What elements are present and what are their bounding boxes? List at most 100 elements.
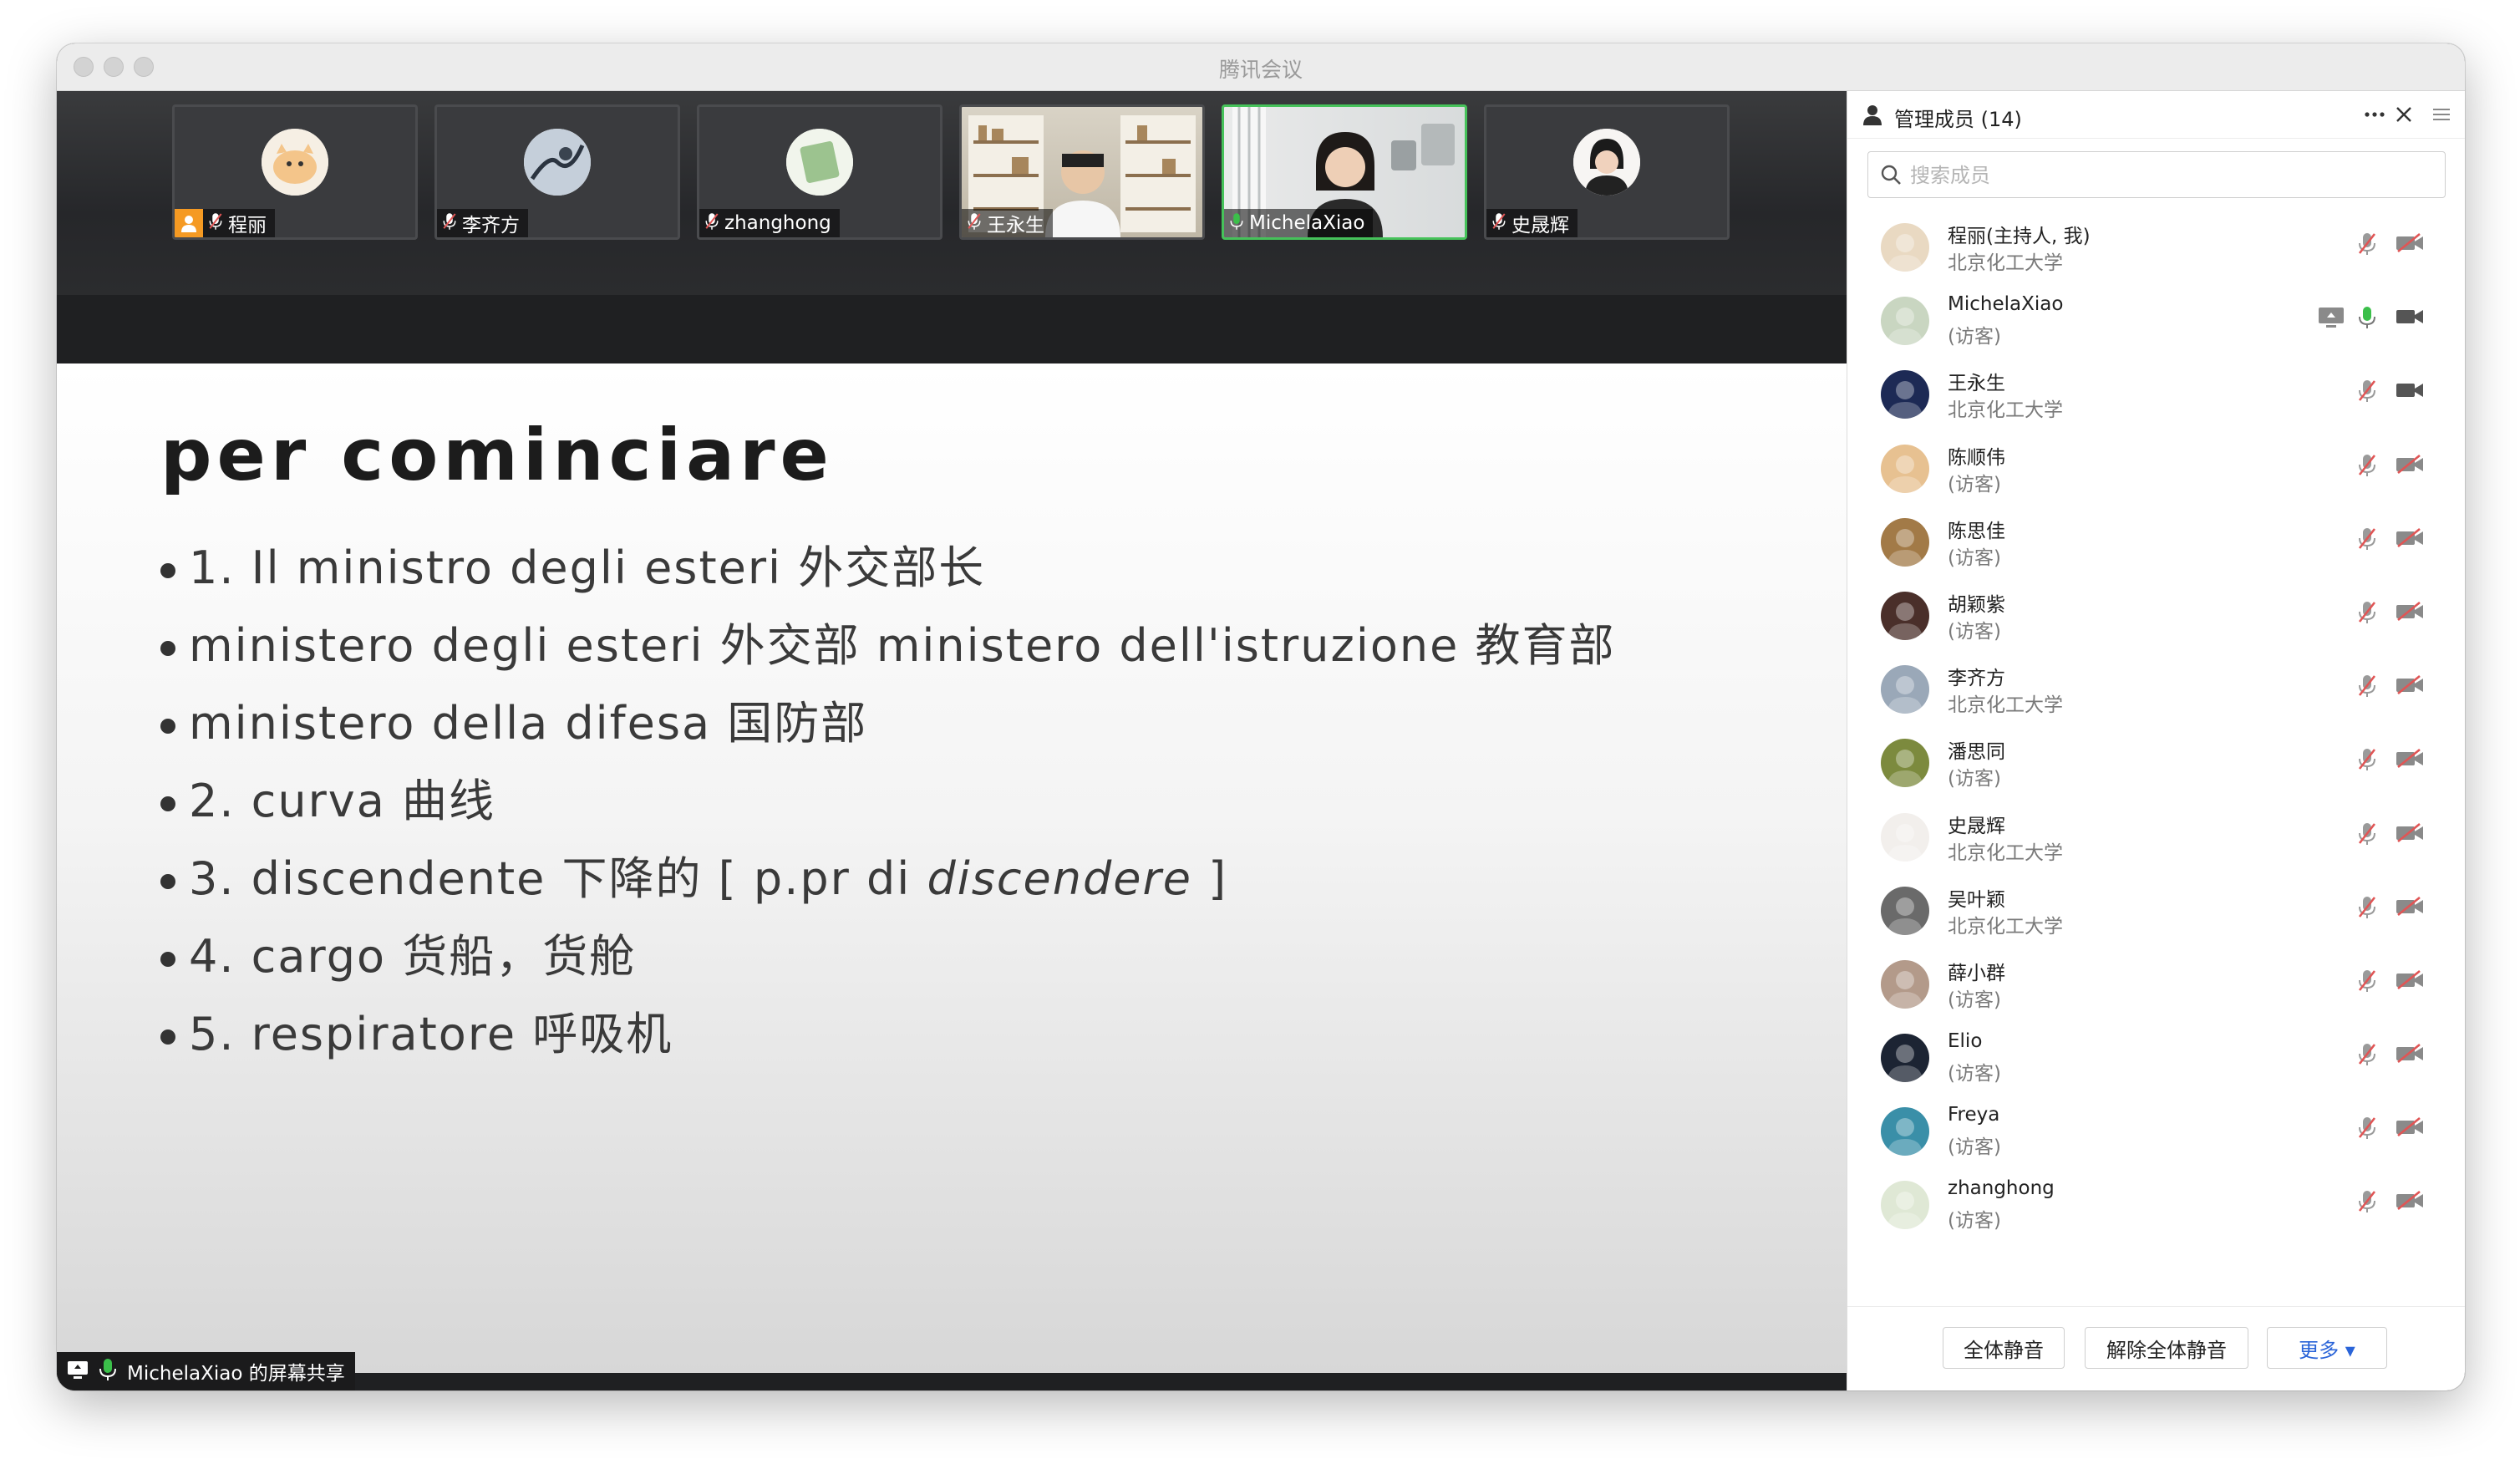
camera-off-icon[interactable] xyxy=(2396,896,2424,920)
mute-all-button[interactable]: 全体静音 xyxy=(1943,1327,2065,1369)
microphone-muted-icon[interactable] xyxy=(2357,1116,2377,1144)
member-avatar xyxy=(1881,812,1929,862)
member-affiliation: 北京化工大学 xyxy=(1948,915,2063,938)
camera-off-icon[interactable] xyxy=(2396,232,2424,257)
member-row[interactable]: zhanghong (访客) xyxy=(1847,1167,2465,1241)
member-row[interactable]: 吴叶颖 北京化工大学 xyxy=(1847,873,2465,947)
member-row[interactable]: Elio (访客) xyxy=(1847,1020,2465,1094)
member-row[interactable]: 胡颖紫 (访客) xyxy=(1847,578,2465,652)
member-affiliation: (访客) xyxy=(1948,1063,2001,1085)
microphone-muted-icon[interactable] xyxy=(2357,453,2377,481)
microphone-muted-icon[interactable] xyxy=(2357,747,2377,775)
microphone-muted-icon[interactable] xyxy=(2357,1042,2377,1070)
camera-off-icon[interactable] xyxy=(2396,454,2424,478)
member-avatar xyxy=(1881,886,1929,935)
participant-avatar xyxy=(786,129,853,196)
member-management-panel: 管理成员 (14) 程丽(主持人, 我) 北京化工大学 MichelaXiao (访客… xyxy=(1847,91,2465,1390)
member-row[interactable]: MichelaXiao (访客) xyxy=(1847,283,2465,357)
members-icon xyxy=(1861,103,1884,130)
unmute-all-button[interactable]: 解除全体静音 xyxy=(2085,1327,2248,1369)
member-avatar xyxy=(1881,223,1929,272)
microphone-muted-icon[interactable] xyxy=(2357,968,2377,997)
bullet-text-after: ] xyxy=(1191,852,1228,905)
panel-header: 管理成员 (14) xyxy=(1847,91,2465,139)
microphone-muted-icon[interactable] xyxy=(2357,231,2377,260)
member-affiliation: (访客) xyxy=(1948,1210,2001,1233)
meeting-window: 腾讯会议 程丽 李齐方 zhanghong 王永生 MichelaXiao 史晟辉 per… xyxy=(57,43,2465,1390)
video-thumbnail[interactable]: 李齐方 xyxy=(434,104,680,240)
member-affiliation: (访客) xyxy=(1948,546,2001,569)
thumbnail-name-bar: MichelaXiao xyxy=(1224,209,1374,237)
slide-bullet: 1. Il ministro degli esteri 外交部长 xyxy=(160,529,1615,607)
microphone-muted-icon[interactable] xyxy=(2357,895,2377,923)
member-affiliation: 北京化工大学 xyxy=(1948,841,2063,864)
member-name: 胡颖紫 xyxy=(1948,593,2005,616)
camera-off-icon[interactable] xyxy=(2396,1044,2424,1067)
microphone-muted-icon[interactable] xyxy=(2357,526,2377,555)
member-affiliation: 北京化工大学 xyxy=(1948,694,2063,717)
member-row[interactable]: 陈思佳 (访客) xyxy=(1847,505,2465,578)
bullet-dot-icon xyxy=(160,952,175,968)
camera-off-icon[interactable] xyxy=(2396,1117,2424,1141)
microphone-muted-icon[interactable] xyxy=(2357,674,2377,702)
microphone-on-icon[interactable] xyxy=(2357,305,2377,333)
member-avatar xyxy=(1881,1107,1929,1157)
camera-off-icon[interactable] xyxy=(2396,822,2424,846)
member-search-box[interactable] xyxy=(1867,151,2446,198)
member-row[interactable]: 程丽(主持人, 我) 北京化工大学 xyxy=(1847,210,2465,283)
member-affiliation: (访客) xyxy=(1948,620,2001,643)
microphone-muted-icon[interactable] xyxy=(2357,379,2377,407)
member-avatar xyxy=(1881,1034,1929,1083)
thumbnail-name-bar: 程丽 xyxy=(175,209,275,237)
video-thumbnail[interactable]: MichelaXiao xyxy=(1222,104,1467,240)
video-thumbnail-strip: 程丽 李齐方 zhanghong 王永生 MichelaXiao 史晟辉 xyxy=(57,91,1847,295)
microphone-muted-icon[interactable] xyxy=(2357,821,2377,850)
member-row[interactable]: 史晟辉 北京化工大学 xyxy=(1847,800,2465,873)
close-panel-icon[interactable] xyxy=(2394,104,2414,128)
screen-share-icon[interactable] xyxy=(2317,305,2345,333)
video-thumbnail[interactable]: zhanghong xyxy=(697,104,942,240)
camera-off-icon[interactable] xyxy=(2396,601,2424,625)
camera-off-icon[interactable] xyxy=(2396,675,2424,699)
member-search-input[interactable] xyxy=(1908,159,2430,192)
bullet-text: 4. cargo 货船，货舱 xyxy=(189,930,637,983)
camera-on-icon[interactable] xyxy=(2396,307,2424,330)
host-badge-icon xyxy=(175,209,203,237)
microphone-muted-icon[interactable] xyxy=(2357,600,2377,628)
member-affiliation: 北京化工大学 xyxy=(1948,399,2063,422)
microphone-muted-icon[interactable] xyxy=(2357,1189,2377,1218)
video-thumbnail[interactable]: 程丽 xyxy=(172,104,418,240)
member-affiliation: (访客) xyxy=(1948,768,2001,791)
camera-off-icon[interactable] xyxy=(2396,527,2424,552)
bullet-dot-icon xyxy=(160,719,175,735)
member-avatar xyxy=(1881,739,1929,788)
video-thumbnail[interactable]: 王永生 xyxy=(959,104,1205,240)
bullet-dot-icon xyxy=(160,796,175,812)
more-button[interactable]: 更多 ▾ xyxy=(2267,1327,2387,1369)
video-thumbnail[interactable]: 史晟辉 xyxy=(1484,104,1730,240)
camera-on-icon[interactable] xyxy=(2396,380,2424,404)
camera-off-icon[interactable] xyxy=(2396,749,2424,772)
thumbnail-name-bar: zhanghong xyxy=(699,209,840,237)
sidebar-menu-icon[interactable] xyxy=(2432,106,2451,126)
member-row[interactable]: 薛小群 (访客) xyxy=(1847,947,2465,1020)
slide-bullet: 5. respiratore 呼吸机 xyxy=(160,995,1615,1073)
member-affiliation: (访客) xyxy=(1948,326,2001,348)
screen-share-icon xyxy=(67,1360,89,1383)
panel-footer: 全体静音 解除全体静音 更多 ▾ xyxy=(1847,1306,2465,1390)
participant-avatar xyxy=(1573,129,1640,196)
member-row[interactable]: 潘思同 (访客) xyxy=(1847,725,2465,799)
camera-off-icon[interactable] xyxy=(2396,969,2424,994)
slide-bullet: 4. cargo 货船，货舱 xyxy=(160,918,1615,995)
member-row[interactable]: 陈顺伟 (访客) xyxy=(1847,431,2465,505)
member-row[interactable]: 王永生 北京化工大学 xyxy=(1847,357,2465,430)
member-row[interactable]: Freya (访客) xyxy=(1847,1094,2465,1167)
more-options-icon[interactable] xyxy=(2364,104,2385,128)
member-name: 王永生 xyxy=(1948,373,2005,395)
slide-bullet: 2. curva 曲线 xyxy=(160,762,1615,840)
member-row[interactable]: 李齐方 北京化工大学 xyxy=(1847,652,2465,725)
member-name: 李齐方 xyxy=(1948,668,2005,690)
bullet-dot-icon xyxy=(160,641,175,657)
member-name: 陈思佳 xyxy=(1948,520,2005,542)
camera-off-icon[interactable] xyxy=(2396,1191,2424,1214)
